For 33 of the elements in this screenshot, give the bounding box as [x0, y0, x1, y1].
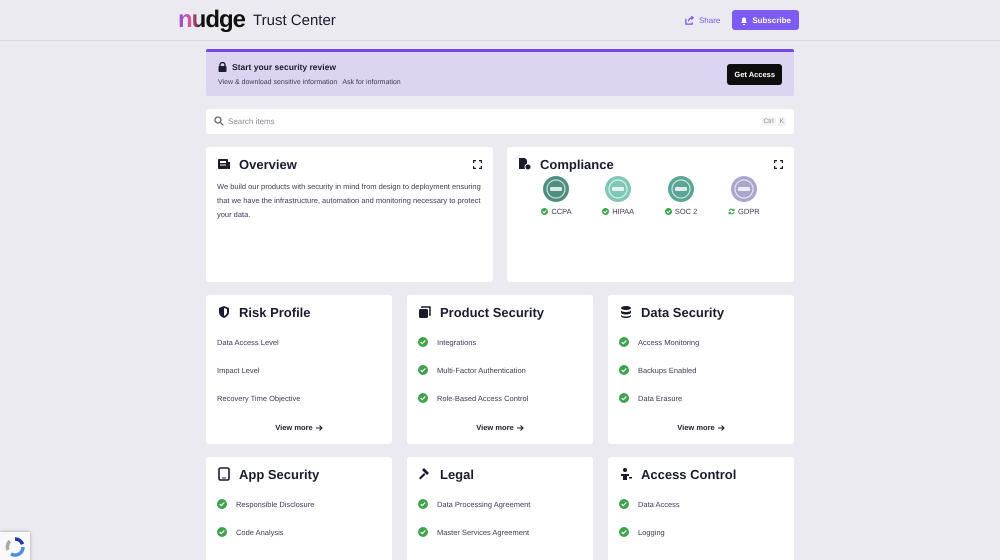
recaptcha-icon — [4, 536, 26, 558]
document-icon — [518, 157, 532, 171]
subscribe-button[interactable]: Subscribe — [732, 10, 799, 30]
card-title: Data Security — [641, 304, 724, 320]
arrow-right-icon — [316, 424, 323, 430]
tablet-icon — [217, 467, 231, 481]
recaptcha-badge[interactable] — [0, 532, 30, 560]
database-icon — [619, 305, 633, 319]
card-title: Product Security — [440, 304, 544, 320]
card-title: App Security — [239, 466, 320, 482]
logo[interactable]: nudge — [178, 8, 245, 32]
bell-icon — [740, 16, 748, 24]
expand-icon[interactable] — [774, 160, 783, 168]
person-icon — [619, 467, 633, 481]
newspaper-icon — [217, 157, 231, 171]
card-title: Compliance — [540, 156, 614, 172]
arrow-right-icon — [516, 424, 524, 430]
stacked-cards-icon — [418, 305, 432, 319]
lock-icon — [218, 62, 227, 72]
page-title: Trust Center — [253, 12, 336, 28]
card-title: Access Control — [641, 466, 736, 482]
banner-title: Start your security review — [232, 62, 336, 72]
arrow-right-icon — [718, 424, 725, 430]
share-link[interactable]: Share — [684, 16, 720, 24]
card-title: Legal — [440, 466, 474, 482]
card-title: Risk Profile — [239, 304, 311, 320]
shield-icon — [217, 305, 231, 319]
share-icon — [684, 16, 694, 24]
gavel-icon — [418, 467, 432, 481]
expand-icon[interactable] — [473, 160, 482, 168]
search-input[interactable]: Search items — [228, 109, 758, 134]
card-title: Overview — [239, 156, 297, 172]
search-icon — [214, 116, 224, 126]
